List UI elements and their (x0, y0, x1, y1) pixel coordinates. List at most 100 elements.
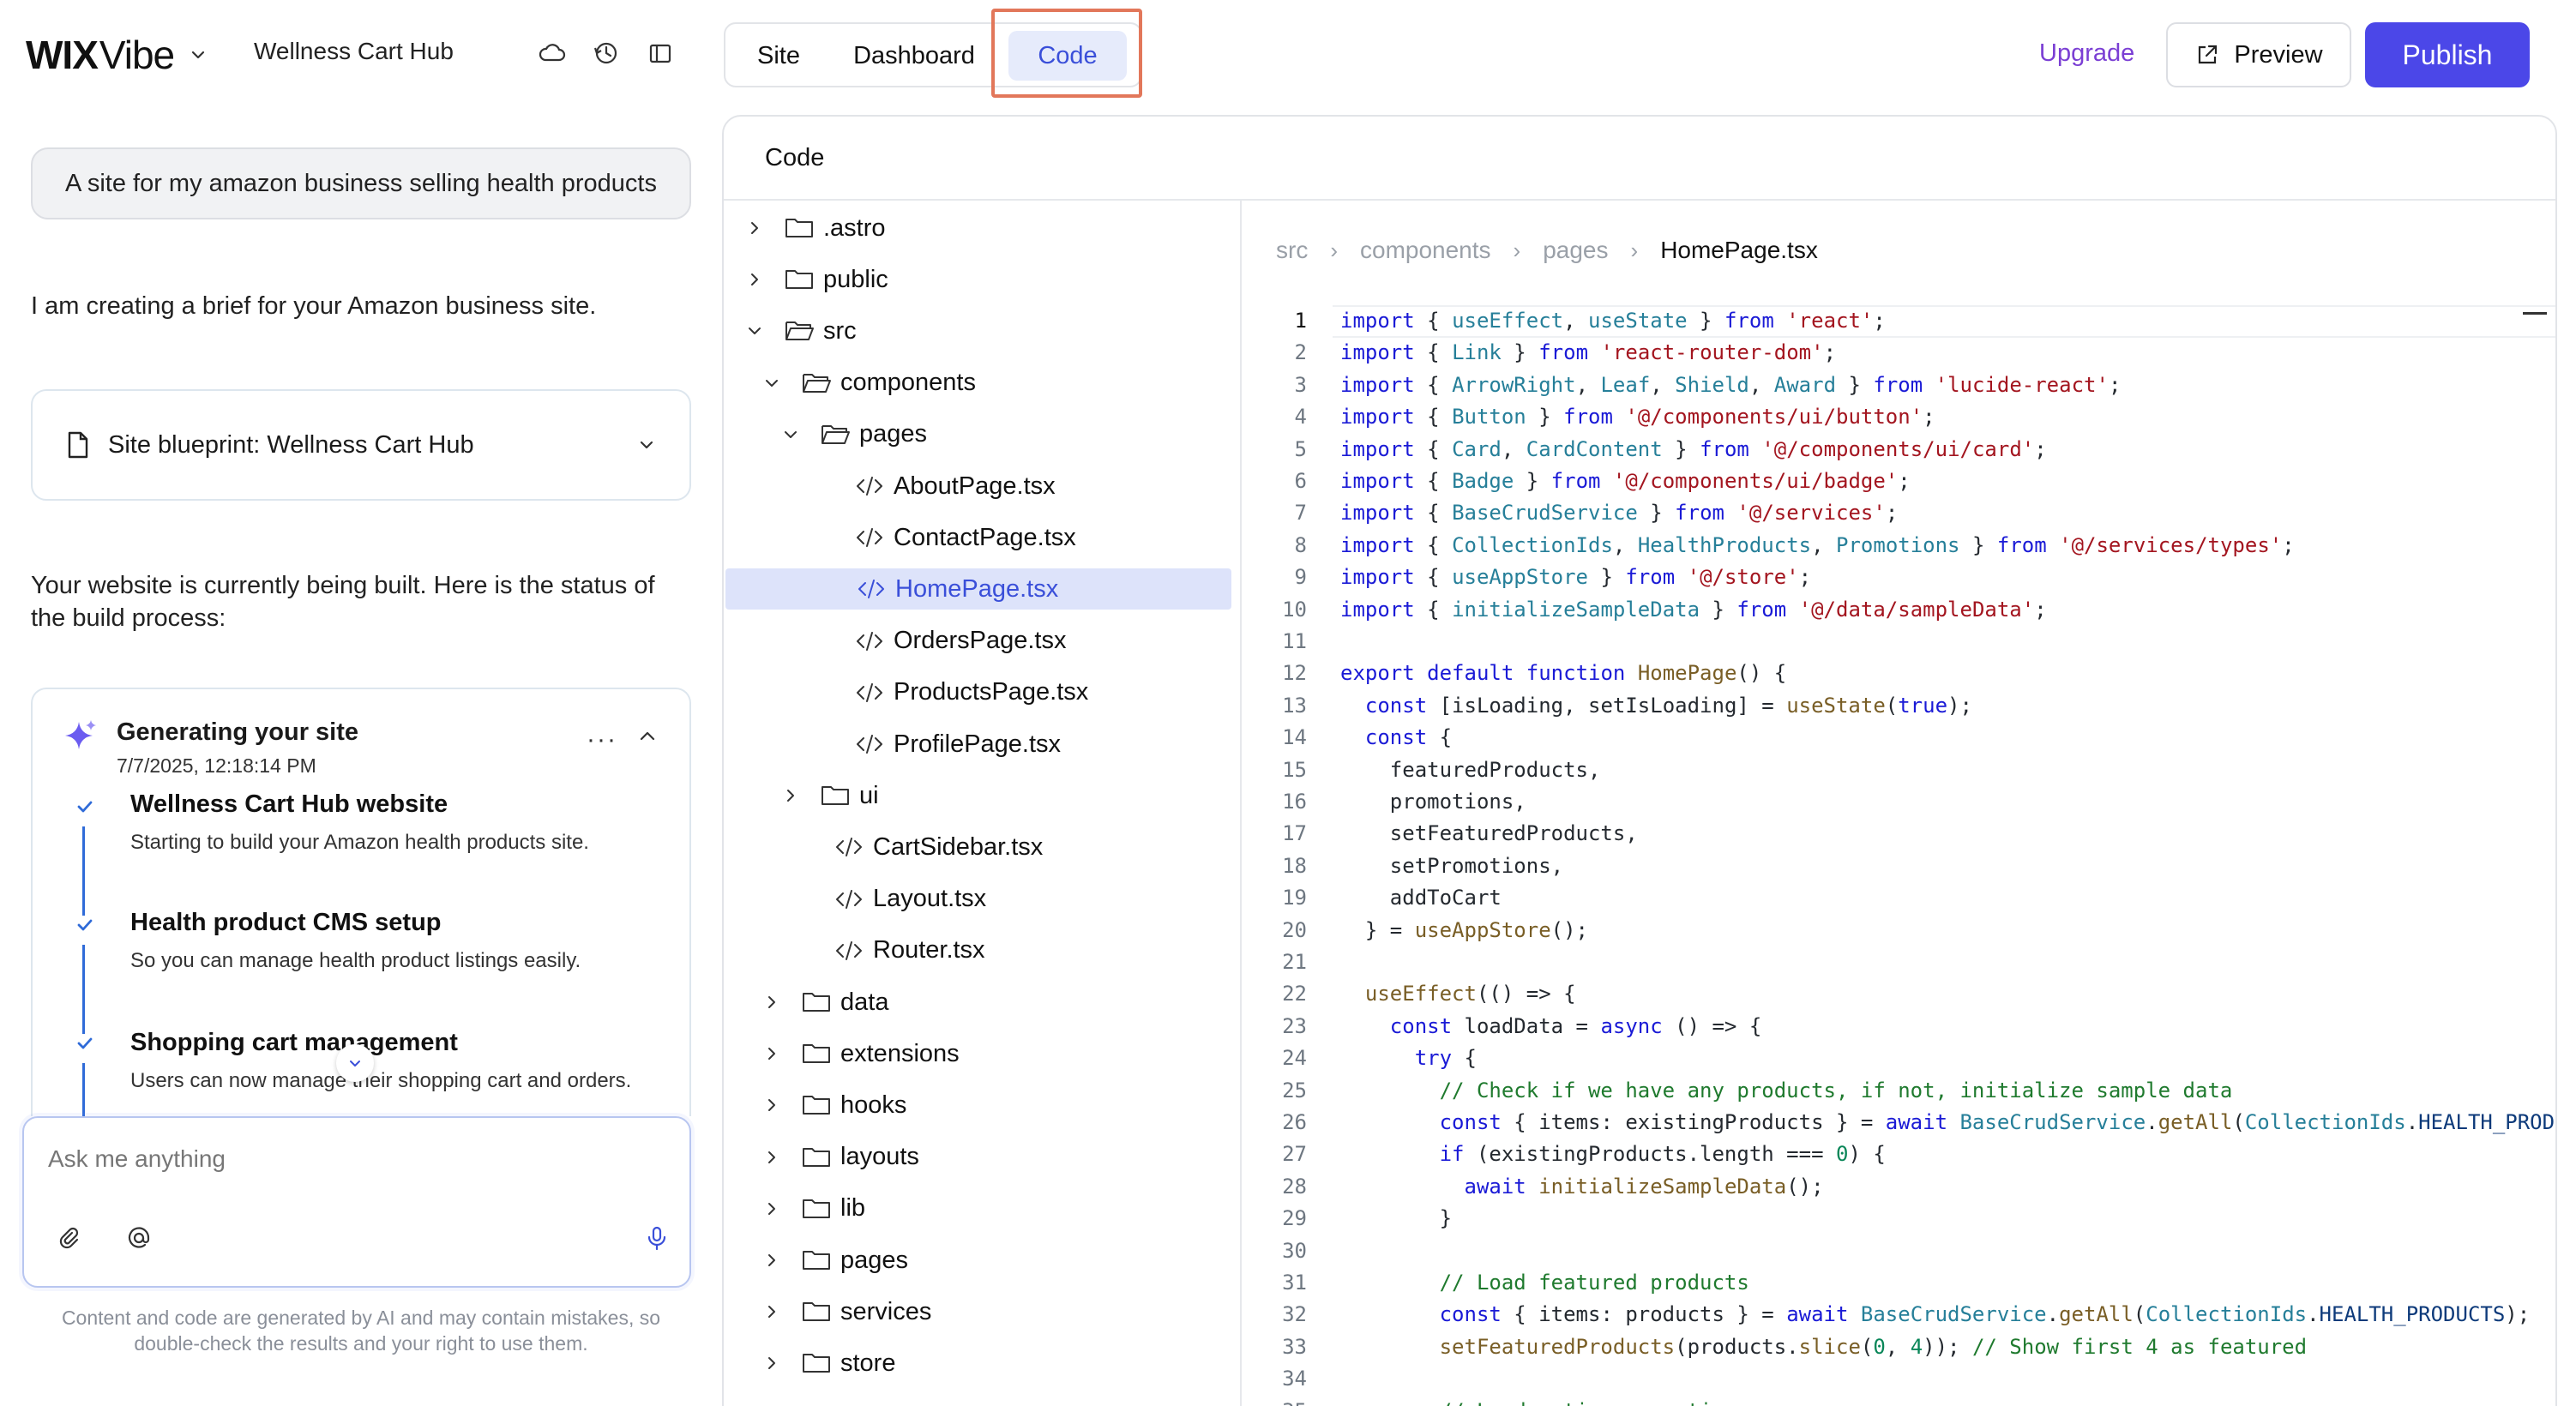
tree-folder[interactable]: .astro (724, 207, 1230, 249)
tree-file[interactable]: Router.tsx (724, 930, 1230, 971)
tree-folder[interactable]: components (724, 363, 1230, 404)
code-line[interactable]: 9 import { useAppStore } from '@/store'; (1243, 562, 2555, 592)
breadcrumb-item[interactable]: src (1276, 237, 1308, 264)
code-line[interactable]: 23 const loadData = async () => { (1243, 1011, 2555, 1042)
code-line[interactable]: 26 const { items: existingProducts } = a… (1243, 1107, 2555, 1138)
blueprint-label: Site blueprint: Wellness Cart Hub (108, 430, 474, 459)
chevron-right-icon[interactable] (763, 1097, 780, 1114)
code-line[interactable]: 8 import { CollectionIds, HealthProducts,… (1243, 530, 2555, 561)
code-line[interactable]: 21 (1243, 946, 2555, 977)
project-name[interactable]: Wellness Cart Hub (254, 38, 454, 65)
site-blueprint-card[interactable]: Site blueprint: Wellness Cart Hub (31, 389, 691, 501)
chevron-right-icon[interactable] (763, 1045, 780, 1062)
upgrade-link[interactable]: Upgrade (2039, 39, 2134, 68)
code-line[interactable]: 34 (1243, 1363, 2555, 1394)
tree-file[interactable]: ContactPage.tsx (724, 517, 1230, 558)
code-line[interactable]: 20 } = useAppStore(); (1243, 915, 2555, 946)
code-editor[interactable]: src › components › pages › HomePage.tsx … (1243, 201, 2555, 1406)
chevron-right-icon[interactable] (746, 271, 763, 288)
code-line[interactable]: 29 } (1243, 1203, 2555, 1234)
mention-icon[interactable] (125, 1224, 153, 1252)
code-line[interactable]: 4 import { Button } from '@/components/ui… (1243, 401, 2555, 432)
tree-folder[interactable]: public (724, 259, 1230, 300)
code-line[interactable]: 15 featuredProducts, (1243, 754, 2555, 785)
tree-folder[interactable]: ui (724, 775, 1230, 816)
chevron-down-icon[interactable] (190, 46, 207, 63)
preview-button[interactable]: Preview (2166, 22, 2351, 87)
tree-file[interactable]: HomePage.tsx (725, 568, 1231, 610)
chevron-right-icon[interactable] (763, 1355, 780, 1372)
chevron-right-icon[interactable] (763, 1149, 780, 1166)
code-line[interactable]: 2 import { Link } from 'react-router-dom'… (1243, 337, 2555, 368)
chevron-down-icon[interactable] (782, 426, 799, 443)
tree-folder[interactable]: extensions (724, 1033, 1230, 1074)
code-panel-header: Code (724, 117, 2555, 201)
tree-folder[interactable]: store (724, 1343, 1230, 1384)
code-line[interactable]: 25 // Check if we have any products, if … (1243, 1075, 2555, 1106)
tree-file[interactable]: ProfilePage.tsx (724, 724, 1230, 765)
tree-file[interactable]: OrdersPage.tsx (724, 621, 1230, 662)
more-options-button[interactable]: ··· (587, 725, 617, 754)
chevron-right-icon[interactable] (746, 219, 763, 237)
code-line[interactable]: 13 const [isLoading, setIsLoading] = use… (1243, 690, 2555, 721)
code-line[interactable]: 27 if (existingProducts.length === 0) { (1243, 1139, 2555, 1169)
code-line[interactable]: 1 import { useEffect, useState } from 're… (1243, 305, 2555, 336)
code-line[interactable]: 35 // Load active promotions (1243, 1396, 2555, 1406)
microphone-icon[interactable] (643, 1224, 671, 1252)
tree-folder[interactable]: data (724, 982, 1230, 1023)
tree-item-label: .astro (823, 213, 886, 242)
code-line[interactable]: 7 import { BaseCrudService } from '@/serv… (1243, 497, 2555, 528)
code-line[interactable]: 11 (1243, 626, 2555, 657)
chevron-down-icon[interactable] (763, 375, 780, 392)
attach-icon[interactable] (57, 1224, 84, 1252)
chevron-right-icon[interactable] (763, 1200, 780, 1217)
chevron-right-icon[interactable] (763, 994, 780, 1011)
tree-folder[interactable]: pages (724, 414, 1230, 455)
code-line[interactable]: 6 import { Badge } from '@/components/ui/… (1243, 466, 2555, 496)
chevron-right-icon[interactable] (763, 1303, 780, 1320)
breadcrumb-item[interactable]: pages (1543, 237, 1608, 264)
code-line[interactable]: 14 const { (1243, 722, 2555, 753)
chevron-down-icon[interactable] (746, 322, 763, 339)
chevron-right-icon[interactable] (782, 787, 799, 804)
publish-button[interactable]: Publish (2365, 22, 2530, 87)
breadcrumb-item[interactable]: components (1360, 237, 1491, 264)
tree-item-label: store (840, 1349, 896, 1377)
code-line[interactable]: 22 useEffect(() => { (1243, 978, 2555, 1009)
cloud-icon[interactable] (537, 38, 568, 69)
tree-folder[interactable]: hooks (724, 1085, 1230, 1126)
code-line[interactable]: 19 addToCart (1243, 882, 2555, 913)
tree-folder[interactable]: src (724, 310, 1230, 352)
code-line[interactable]: 10 import { initializeSampleData } from '… (1243, 594, 2555, 625)
code-line[interactable]: 31 // Load featured products (1243, 1267, 2555, 1298)
code-line[interactable]: 16 promotions, (1243, 786, 2555, 817)
code-line[interactable]: 5 import { Card, CardContent } from '@/co… (1243, 434, 2555, 465)
scroll-down-button[interactable] (336, 1044, 374, 1082)
tree-file[interactable]: Layout.tsx (724, 879, 1230, 920)
tree-file[interactable]: ProductsPage.tsx (724, 672, 1230, 713)
code-line[interactable]: 12 export default function HomePage() { (1243, 658, 2555, 688)
tab-site[interactable]: Site (737, 31, 820, 81)
code-line[interactable]: 17 setFeaturedProducts, (1243, 818, 2555, 849)
tree-folder[interactable]: services (724, 1291, 1230, 1332)
chat-input[interactable]: Ask me anything (22, 1116, 691, 1288)
chevron-up-icon[interactable] (638, 727, 657, 746)
chevron-right-icon[interactable] (763, 1252, 780, 1269)
tree-file[interactable]: AboutPage.tsx (724, 466, 1230, 507)
tree-file[interactable]: CartSidebar.tsx (724, 826, 1230, 868)
app-menu[interactable]: WIX Vibe (26, 31, 207, 79)
chevron-down-icon[interactable] (638, 436, 655, 454)
code-line[interactable]: 32 const { items: products } = await Bas… (1243, 1299, 2555, 1330)
tree-folder[interactable]: pages (724, 1240, 1230, 1281)
tree-folder[interactable]: lib (724, 1188, 1230, 1229)
tree-folder[interactable]: layouts (724, 1137, 1230, 1178)
code-line[interactable]: 3 import { ArrowRight, Leaf, Shield, Awar… (1243, 370, 2555, 400)
history-icon[interactable] (590, 38, 621, 69)
code-line[interactable]: 24 try { (1243, 1042, 2555, 1073)
code-line[interactable]: 33 setFeaturedProducts(products.slice(0,… (1243, 1331, 2555, 1362)
code-line[interactable]: 18 setPromotions, (1243, 850, 2555, 881)
code-line[interactable]: 30 (1243, 1235, 2555, 1266)
code-line[interactable]: 28 await initializeSampleData(); (1243, 1171, 2555, 1202)
sidebar-toggle-icon[interactable] (645, 38, 676, 69)
tab-dashboard[interactable]: Dashboard (837, 31, 991, 81)
